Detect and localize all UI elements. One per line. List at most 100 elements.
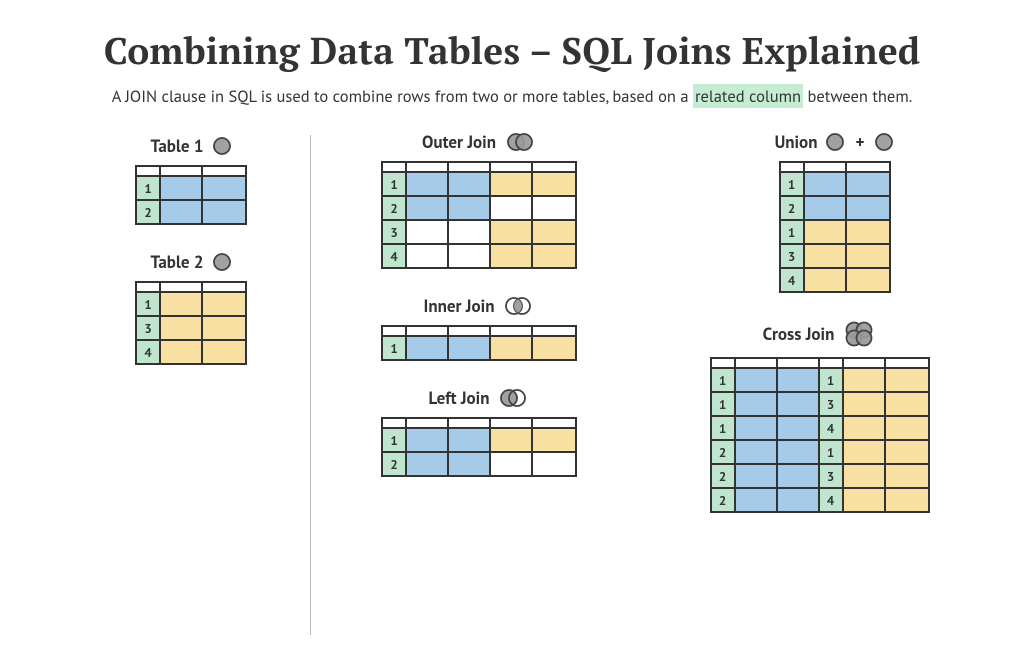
inner-table: 1	[381, 325, 577, 361]
venn-single-icon	[212, 136, 232, 156]
data-cell	[533, 197, 575, 219]
data-cell	[736, 369, 778, 391]
key-cell: 3	[820, 465, 844, 487]
data-cell	[886, 417, 928, 439]
data-cell	[805, 197, 847, 219]
table-row: 3	[383, 221, 575, 245]
key-cell: 3	[383, 221, 407, 243]
union-label: Union	[775, 131, 818, 153]
table-row: 1	[137, 293, 245, 317]
data-cell	[491, 337, 533, 359]
table-row: 21	[712, 441, 928, 465]
venn-inner-icon	[502, 296, 534, 316]
inner-label: Inner Join	[424, 295, 495, 317]
data-cell	[407, 173, 449, 195]
data-cell	[161, 201, 203, 223]
data-cell	[449, 337, 491, 359]
data-cell	[778, 441, 820, 463]
data-cell	[736, 393, 778, 415]
data-cell	[844, 465, 886, 487]
table-row: 1	[781, 173, 889, 197]
venn-single-icon	[212, 252, 232, 272]
data-cell	[533, 221, 575, 243]
table1-title: Table 1	[90, 135, 292, 157]
table-row: 1	[781, 221, 889, 245]
left-title: Left Join	[345, 387, 613, 409]
key-cell: 2	[137, 201, 161, 223]
table-row: 2	[383, 197, 575, 221]
union-block: Union +12134	[655, 131, 984, 293]
data-cell	[533, 429, 575, 451]
key-cell: 2	[781, 197, 805, 219]
data-cell	[161, 317, 203, 339]
venn-single-icon	[874, 132, 894, 152]
venn-union-icon	[825, 132, 845, 152]
data-cell	[847, 269, 889, 291]
data-cell	[736, 441, 778, 463]
table-row: 2	[781, 197, 889, 221]
data-cell	[533, 173, 575, 195]
data-cell	[203, 341, 245, 363]
outer-table: 1234	[381, 161, 577, 269]
data-cell	[407, 337, 449, 359]
data-cell	[844, 369, 886, 391]
data-cell	[449, 429, 491, 451]
venn-left-icon	[497, 388, 529, 408]
union-table: 12134	[779, 161, 891, 293]
table1-table: 12	[135, 165, 247, 225]
key-cell: 2	[383, 453, 407, 475]
data-cell	[407, 245, 449, 267]
data-cell	[449, 173, 491, 195]
data-cell	[847, 245, 889, 267]
data-cell	[805, 221, 847, 243]
data-cell	[491, 173, 533, 195]
data-cell	[449, 453, 491, 475]
data-cell	[407, 429, 449, 451]
key-cell: 1	[712, 417, 736, 439]
left-table: 12	[381, 417, 577, 477]
data-cell	[449, 245, 491, 267]
data-cell	[847, 221, 889, 243]
cross-join-block: Cross Join111314212324	[655, 319, 984, 513]
table2-label: Table 2	[151, 251, 204, 273]
key-cell: 1	[781, 221, 805, 243]
data-cell	[407, 221, 449, 243]
table-row: 1	[383, 173, 575, 197]
key-cell: 1	[383, 429, 407, 451]
data-cell	[778, 465, 820, 487]
cross-table: 111314212324	[710, 357, 930, 513]
table2-title: Table 2	[90, 251, 292, 273]
data-cell	[203, 317, 245, 339]
cross-title: Cross Join	[655, 319, 984, 349]
key-cell: 4	[781, 269, 805, 291]
data-cell	[805, 173, 847, 195]
key-cell: 4	[137, 341, 161, 363]
union-title: Union +	[685, 131, 984, 153]
data-cell	[407, 453, 449, 475]
table1-label: Table 1	[151, 135, 204, 157]
source-tables-column: Table 112 Table 2134	[40, 131, 310, 391]
table-row: 3	[137, 317, 245, 341]
table-row: 4	[137, 341, 245, 363]
left-join-block: Left Join 12	[345, 387, 613, 477]
table2-table: 134	[135, 281, 247, 365]
table-row: 11	[712, 369, 928, 393]
page-subtitle: A JOIN clause in SQL is used to combine …	[40, 85, 984, 107]
data-cell	[491, 197, 533, 219]
key-cell: 1	[137, 293, 161, 315]
inner-join-block: Inner Join 1	[345, 295, 613, 361]
data-cell	[491, 453, 533, 475]
data-cell	[407, 197, 449, 219]
data-cell	[778, 417, 820, 439]
table-row: 13	[712, 393, 928, 417]
data-cell	[886, 369, 928, 391]
key-cell: 4	[383, 245, 407, 267]
union-plus: +	[855, 131, 864, 153]
data-cell	[844, 441, 886, 463]
key-cell: 1	[820, 369, 844, 391]
key-cell: 2	[712, 489, 736, 511]
data-cell	[736, 417, 778, 439]
data-cell	[161, 341, 203, 363]
data-cell	[886, 441, 928, 463]
key-cell: 1	[137, 177, 161, 199]
